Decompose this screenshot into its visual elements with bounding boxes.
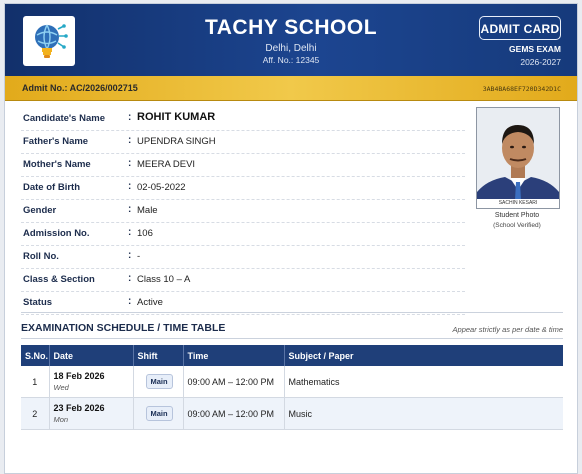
schedule-note: Appear strictly as per date & time: [452, 325, 563, 334]
student-portrait: [477, 108, 559, 208]
detail-row-admission: Admission No. : 106: [21, 223, 465, 246]
detail-value: 106: [137, 228, 153, 239]
detail-row-class: Class & Section : Class 10 – A: [21, 269, 465, 292]
verification-hash: 3AB4BA68EF720D342D1C: [482, 85, 561, 93]
cell-shift: Main: [133, 397, 184, 430]
schedule-title: EXAMINATION SCHEDULE / TIME TABLE: [21, 322, 226, 334]
schedule-underline: [21, 338, 563, 339]
detail-row-roll: Roll No. : -: [21, 246, 465, 269]
detail-colon: :: [128, 250, 132, 261]
admit-card: TACHY SCHOOL Delhi, Delhi Aff. No.: 1234…: [4, 3, 578, 474]
student-photo: SACHIN KESARI: [476, 107, 560, 209]
detail-value: Active: [137, 297, 163, 308]
detail-colon: :: [128, 158, 132, 169]
table-row: 2 23 Feb 2026 Mon Main 09:00 AM – 12:00 …: [21, 397, 563, 430]
cell-date: 23 Feb 2026 Mon: [49, 397, 134, 430]
detail-value: -: [137, 251, 141, 262]
detail-label: Candidate's Name: [23, 113, 105, 124]
detail-label: Date of Birth: [23, 182, 80, 193]
shift-badge: Main: [145, 374, 173, 389]
detail-label: Father's Name: [23, 136, 89, 147]
detail-value: Class 10 – A: [137, 274, 191, 285]
school-affiliation: Aff. No.: 12345: [262, 55, 320, 65]
candidate-name: ROHIT KUMAR: [137, 111, 216, 123]
exam-day: Wed: [53, 383, 69, 392]
admit-number-bar: Admit No.: AC/2026/002715 3AB4BA68EF720D…: [5, 76, 577, 101]
header-date: Date: [49, 345, 134, 366]
detail-value: MEERA DEVI: [137, 159, 196, 170]
admit-card-badge: ADMIT CARD: [479, 16, 561, 40]
detail-row-name: Candidate's Name : ROHIT KUMAR: [21, 108, 465, 131]
table-header-row: S.No. Date Shift Time Subject / Paper: [21, 345, 563, 366]
detail-label: Status: [23, 297, 53, 308]
shift-badge: Main: [145, 406, 173, 421]
exam-date: 18 Feb 2026: [53, 371, 105, 381]
detail-label: Roll No.: [23, 251, 59, 262]
cell-subject: Mathematics: [284, 366, 563, 398]
exam-day: Mon: [53, 415, 69, 424]
detail-colon: :: [128, 227, 132, 238]
detail-row-father: Father's Name : UPENDRA SINGH: [21, 131, 465, 154]
detail-colon: :: [128, 181, 132, 192]
exam-session: 2026-2027: [520, 57, 561, 67]
school-city: Delhi, Delhi: [265, 43, 317, 54]
cell-sno: 1: [21, 366, 50, 398]
detail-colon: :: [128, 135, 132, 146]
detail-colon: :: [128, 204, 132, 215]
exam-schedule-table: S.No. Date Shift Time Subject / Paper 1 …: [21, 345, 563, 430]
detail-row-dob: Date of Birth : 02-05-2022: [21, 177, 465, 200]
photo-caption: Student Photo: [494, 212, 540, 219]
detail-colon: :: [128, 296, 132, 307]
exam-name: GEMS EXAM: [509, 44, 561, 54]
card-header: TACHY SCHOOL Delhi, Delhi Aff. No.: 1234…: [5, 4, 577, 76]
detail-colon: :: [128, 273, 132, 284]
header-subject: Subject / Paper: [284, 345, 563, 366]
detail-value: Male: [137, 205, 158, 216]
exam-date: 23 Feb 2026: [53, 403, 105, 413]
photo-verified-note: (School Verified): [493, 222, 541, 229]
detail-value: UPENDRA SINGH: [137, 136, 216, 147]
photo-name-tag: SACHIN KESARI: [477, 199, 559, 208]
header-time: Time: [183, 345, 285, 366]
cell-subject: Music: [284, 397, 563, 430]
detail-label: Gender: [23, 205, 57, 216]
detail-label: Class & Section: [23, 274, 95, 285]
admit-number: Admit No.: AC/2026/002715: [22, 83, 138, 93]
section-divider: [21, 312, 563, 313]
header-sno: S.No.: [21, 345, 50, 366]
detail-row-gender: Gender : Male: [21, 200, 465, 223]
cell-time: 09:00 AM – 12:00 PM: [183, 397, 285, 430]
cell-sno: 2: [21, 397, 50, 430]
candidate-details: Candidate's Name : ROHIT KUMAR Father's …: [21, 108, 465, 315]
detail-label: Mother's Name: [23, 159, 91, 170]
detail-value: 02-05-2022: [137, 182, 186, 193]
detail-row-mother: Mother's Name : MEERA DEVI: [21, 154, 465, 177]
cell-date: 18 Feb 2026 Wed: [49, 366, 134, 398]
cell-shift: Main: [133, 366, 184, 398]
detail-colon: :: [128, 112, 132, 123]
detail-label: Admission No.: [23, 228, 90, 239]
table-row: 1 18 Feb 2026 Wed Main 09:00 AM – 12:00 …: [21, 366, 563, 398]
header-shift: Shift: [133, 345, 184, 366]
cell-time: 09:00 AM – 12:00 PM: [183, 366, 285, 398]
